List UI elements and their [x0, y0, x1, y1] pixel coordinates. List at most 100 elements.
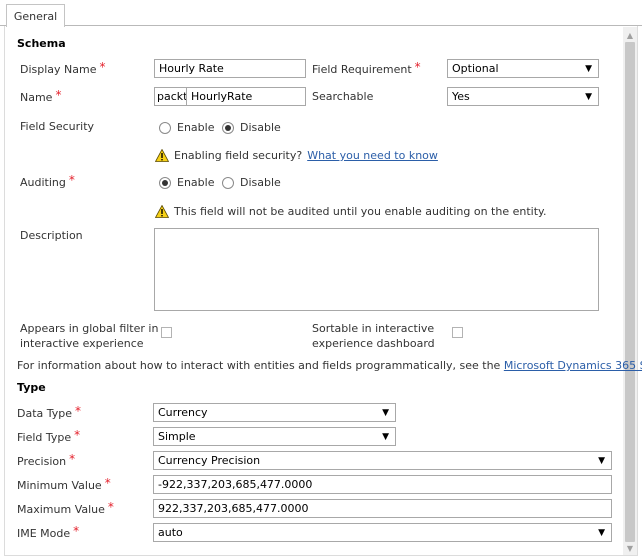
auditing-warning: This field will not be audited until you… — [155, 205, 546, 218]
name-label: Name * — [20, 88, 62, 104]
field-security-enable-radio[interactable] — [159, 121, 171, 134]
warning-icon — [155, 205, 169, 218]
global-filter-checkbox[interactable] — [161, 327, 172, 338]
chevron-down-icon: ▼ — [585, 63, 592, 74]
auditing-label: Auditing * — [20, 173, 75, 189]
field-security-disable-option[interactable]: Disable — [222, 121, 281, 134]
required-marker: * — [107, 500, 114, 514]
precision-value: Currency Precision — [158, 454, 261, 467]
field-security-disable-radio[interactable] — [222, 121, 234, 134]
precision-label-text: Precision — [17, 455, 67, 468]
name-prefix: packt_ — [157, 90, 187, 103]
auditing-disable-radio[interactable] — [222, 176, 234, 189]
searchable-select[interactable]: Yes ▼ — [447, 87, 599, 106]
required-marker: * — [74, 428, 81, 442]
required-marker: * — [414, 60, 421, 74]
chevron-down-icon: ▼ — [598, 527, 605, 538]
field-requirement-label: Field Requirement * — [312, 60, 421, 76]
field-security-enable-label: Enable — [177, 121, 215, 134]
minimum-value-input[interactable]: -922,337,203,685,477.0000 — [153, 475, 612, 494]
global-filter-label: Appears in global filter in interactive … — [20, 321, 158, 351]
auditing-enable-option[interactable]: Enable — [159, 176, 214, 189]
required-marker: * — [75, 404, 82, 418]
field-security-warning: Enabling field security? What you need t… — [155, 149, 438, 162]
auditing-warning-text: This field will not be audited until you… — [174, 205, 547, 218]
sdk-info: For information about how to interact wi… — [17, 359, 642, 372]
name-label-text: Name — [20, 91, 53, 104]
required-marker: * — [69, 452, 76, 466]
precision-select[interactable]: Currency Precision ▼ — [153, 451, 612, 470]
minimum-value-label-text: Minimum Value — [17, 479, 102, 492]
field-security-disable-label: Disable — [240, 121, 281, 134]
required-marker: * — [55, 88, 62, 102]
maximum-value-label-text: Maximum Value — [17, 503, 105, 516]
scrollbar-thumb[interactable] — [625, 42, 635, 542]
maximum-value-label: Maximum Value * — [17, 500, 114, 516]
sdk-link[interactable]: Microsoft Dynamics 365 SDK — [504, 359, 642, 372]
field-security-label: Field Security — [20, 120, 95, 133]
required-marker: * — [99, 60, 106, 74]
field-type-label: Field Type * — [17, 428, 81, 444]
field-type-value: Simple — [158, 430, 196, 443]
sdk-info-text: For information about how to interact wi… — [17, 359, 501, 372]
ime-mode-value: auto — [158, 526, 183, 539]
sortable-label: Sortable in interactive experience dashb… — [312, 321, 435, 351]
auditing-label-text: Auditing — [20, 176, 66, 189]
required-marker: * — [73, 524, 80, 538]
radio-selected-dot — [162, 179, 168, 186]
data-type-label-text: Data Type — [17, 407, 73, 420]
scroll-up-arrow-icon[interactable]: ▲ — [623, 28, 637, 42]
name-value: HourlyRate — [191, 90, 253, 103]
required-marker: * — [68, 173, 75, 187]
global-filter-label-line1: Appears in global filter in — [20, 322, 159, 335]
ime-mode-select[interactable]: auto ▼ — [153, 523, 612, 542]
display-name-input[interactable]: Hourly Rate — [154, 59, 306, 78]
maximum-value-value: 922,337,203,685,477.0000 — [158, 502, 309, 515]
data-type-value: Currency — [158, 406, 208, 419]
auditing-enable-radio[interactable] — [159, 176, 171, 189]
display-name-value: Hourly Rate — [159, 62, 224, 75]
auditing-disable-label: Disable — [240, 176, 281, 189]
field-type-label-text: Field Type — [17, 431, 72, 444]
required-marker: * — [104, 476, 111, 490]
sortable-label-line1: Sortable in interactive — [312, 322, 435, 335]
precision-label: Precision * — [17, 452, 76, 468]
name-input[interactable]: HourlyRate — [186, 87, 306, 106]
tab-general[interactable]: General — [6, 4, 65, 27]
field-security-enable-option[interactable]: Enable — [159, 121, 214, 134]
chevron-down-icon: ▼ — [382, 407, 389, 418]
data-type-select[interactable]: Currency ▼ — [153, 403, 396, 422]
tab-general-label: General — [13, 9, 58, 23]
auditing-enable-label: Enable — [177, 176, 215, 189]
name-prefix-box: packt_ — [154, 87, 187, 106]
field-type-select[interactable]: Simple ▼ — [153, 427, 396, 446]
field-requirement-label-text: Field Requirement — [312, 63, 412, 76]
auditing-disable-option[interactable]: Disable — [222, 176, 281, 189]
radio-selected-dot — [225, 124, 231, 131]
minimum-value-label: Minimum Value * — [17, 476, 111, 492]
chevron-down-icon: ▼ — [382, 431, 389, 442]
global-filter-label-line2: interactive experience — [20, 337, 144, 350]
type-heading: Type — [17, 381, 46, 394]
field-security-warning-text: Enabling field security? — [174, 149, 303, 162]
chevron-down-icon: ▼ — [585, 91, 592, 102]
warning-icon — [155, 149, 169, 162]
searchable-label: Searchable — [312, 90, 374, 103]
display-name-label-text: Display Name — [20, 63, 97, 76]
ime-mode-label-text: IME Mode — [17, 527, 71, 540]
chevron-down-icon: ▼ — [598, 455, 605, 466]
display-name-label: Display Name * — [20, 60, 106, 76]
sortable-label-line2: experience dashboard — [312, 337, 435, 350]
minimum-value-value: -922,337,203,685,477.0000 — [158, 478, 313, 491]
description-textarea[interactable] — [154, 228, 599, 311]
schema-heading: Schema — [17, 37, 66, 50]
scroll-down-arrow-icon[interactable]: ▼ — [623, 541, 637, 555]
description-label: Description — [20, 229, 83, 242]
field-requirement-value: Optional — [452, 62, 499, 75]
what-you-need-to-know-link[interactable]: What you need to know — [307, 149, 438, 162]
data-type-label: Data Type * — [17, 404, 82, 420]
field-requirement-select[interactable]: Optional ▼ — [447, 59, 599, 78]
sortable-checkbox[interactable] — [452, 327, 463, 338]
maximum-value-input[interactable]: 922,337,203,685,477.0000 — [153, 499, 612, 518]
searchable-value: Yes — [452, 90, 470, 103]
